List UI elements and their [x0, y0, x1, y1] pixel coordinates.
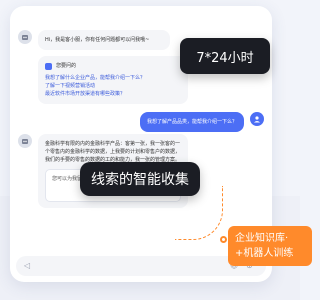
suggestions-title: 您要问的	[56, 63, 77, 69]
suggestion-item[interactable]: 最近软件市场开放渠道有哪些政策？	[45, 90, 181, 98]
user-avatar	[250, 112, 264, 126]
greeting-text: Hi，我是客小服，你有任何问题都可以问我哦~	[45, 37, 150, 43]
greeting-bubble: Hi，我是客小服，你有任何问题都可以问我哦~	[38, 30, 170, 50]
greeting-row: Hi，我是客小服，你有任何问题都可以问我哦~	[18, 30, 170, 50]
robot-icon	[22, 35, 28, 40]
user-message-bubble: 我想了解产品品类，能帮我介绍一下么？	[139, 112, 244, 132]
suggestion-item[interactable]: 了解一下视频营销活动	[45, 82, 181, 90]
suggestions-row: 您要问的 我想了解什么企业产品，能帮我介绍一下么？ 了解一下视频营销活动 最近软…	[18, 56, 188, 104]
tag-24h-text: 7*24小时	[196, 50, 254, 66]
question-icon	[45, 62, 52, 70]
user-icon	[254, 116, 260, 123]
badge-line-1: 企业知识库·	[235, 233, 289, 244]
suggestion-item[interactable]: 我想了解什么企业产品，能帮我介绍一下么？	[45, 74, 181, 82]
connector-dot	[220, 236, 227, 243]
suggestions-header: 您要问的	[45, 62, 181, 70]
speaker-icon[interactable]: ◁	[24, 261, 30, 270]
suggestions-bubble: 您要问的 我想了解什么企业产品，能帮我介绍一下么？ 了解一下视频营销活动 最近软…	[38, 56, 188, 104]
user-message-row: 我想了解产品品类，能帮我介绍一下么？	[139, 112, 264, 132]
bot-avatar	[18, 134, 32, 148]
knowledge-base-badge: 企业知识库· +机器人训练	[228, 226, 312, 266]
badge-line-2: +机器人训练	[235, 248, 294, 259]
answer-text: 金融科学有限的内的金融科学产品：客第一张，我一张客的一个零售内的金融科学的数据，…	[45, 141, 181, 163]
robot-icon	[22, 139, 28, 144]
tag-24h: 7*24小时	[180, 38, 270, 74]
bot-avatar	[18, 30, 32, 44]
user-message-text: 我想了解产品品类，能帮我介绍一下么？	[146, 119, 237, 125]
